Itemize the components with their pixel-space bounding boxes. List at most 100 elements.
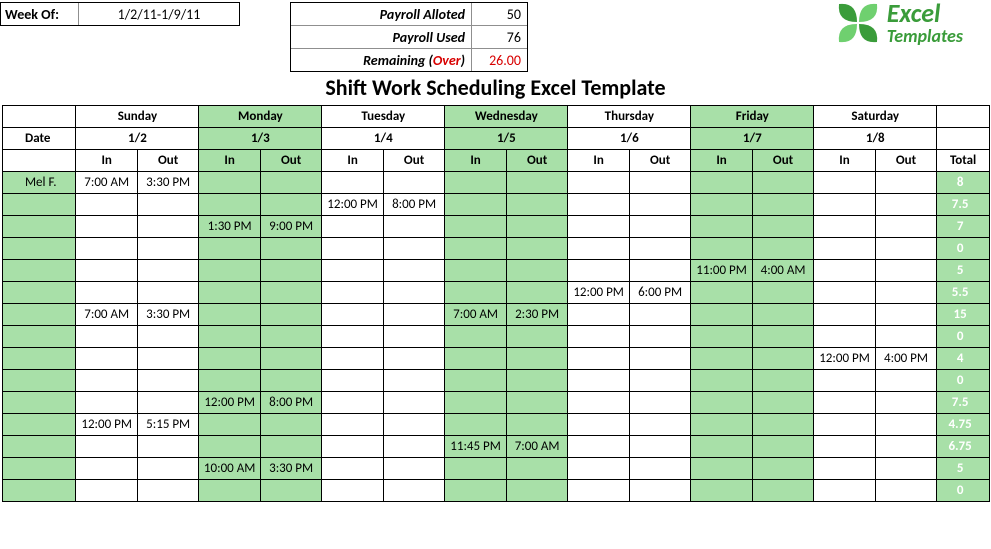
shift-cell[interactable] xyxy=(260,348,321,370)
shift-cell[interactable] xyxy=(137,392,198,414)
shift-cell[interactable] xyxy=(814,480,876,502)
shift-cell[interactable]: 7:00 AM xyxy=(445,304,507,326)
shift-cell[interactable] xyxy=(322,260,384,282)
shift-cell[interactable]: 7:00 AM xyxy=(76,304,138,326)
shift-cell[interactable] xyxy=(629,238,690,260)
employee-name-cell[interactable] xyxy=(3,436,76,458)
shift-cell[interactable] xyxy=(383,282,444,304)
shift-cell[interactable] xyxy=(752,370,813,392)
shift-cell[interactable] xyxy=(691,458,753,480)
shift-cell[interactable] xyxy=(76,260,138,282)
shift-cell[interactable] xyxy=(383,216,444,238)
employee-name-cell[interactable] xyxy=(3,216,76,238)
shift-cell[interactable] xyxy=(691,172,753,194)
shift-cell[interactable] xyxy=(875,216,936,238)
date-cell[interactable]: 1/6 xyxy=(568,128,691,150)
shift-cell[interactable] xyxy=(137,348,198,370)
shift-cell[interactable] xyxy=(322,304,384,326)
shift-cell[interactable] xyxy=(752,216,813,238)
shift-cell[interactable]: 4:00 AM xyxy=(752,260,813,282)
shift-cell[interactable] xyxy=(137,326,198,348)
shift-cell[interactable] xyxy=(322,238,384,260)
shift-cell[interactable] xyxy=(445,260,507,282)
shift-cell[interactable] xyxy=(445,326,507,348)
shift-cell[interactable] xyxy=(875,238,936,260)
shift-cell[interactable] xyxy=(322,436,384,458)
employee-name-cell[interactable] xyxy=(3,458,76,480)
shift-cell[interactable]: 12:00 PM xyxy=(814,348,876,370)
shift-cell[interactable] xyxy=(506,370,568,392)
shift-cell[interactable] xyxy=(76,238,138,260)
shift-cell[interactable] xyxy=(322,348,384,370)
shift-cell[interactable] xyxy=(875,260,936,282)
shift-cell[interactable] xyxy=(260,480,321,502)
shift-cell[interactable] xyxy=(322,458,384,480)
shift-cell[interactable] xyxy=(568,480,630,502)
shift-cell[interactable]: 8:00 PM xyxy=(383,194,444,216)
shift-cell[interactable] xyxy=(875,326,936,348)
shift-cell[interactable]: 3:30 PM xyxy=(137,304,198,326)
shift-cell[interactable] xyxy=(445,194,507,216)
shift-cell[interactable] xyxy=(814,216,876,238)
shift-cell[interactable] xyxy=(691,282,753,304)
employee-name-cell[interactable] xyxy=(3,304,76,326)
shift-cell[interactable] xyxy=(260,260,321,282)
shift-cell[interactable] xyxy=(629,348,690,370)
shift-cell[interactable] xyxy=(506,194,568,216)
shift-cell[interactable] xyxy=(199,436,261,458)
shift-cell[interactable]: 6:00 PM xyxy=(629,282,690,304)
shift-cell[interactable] xyxy=(322,370,384,392)
shift-cell[interactable] xyxy=(752,414,813,436)
shift-cell[interactable] xyxy=(814,414,876,436)
shift-cell[interactable] xyxy=(814,436,876,458)
shift-cell[interactable] xyxy=(629,436,690,458)
shift-cell[interactable]: 4:00 PM xyxy=(875,348,936,370)
payroll-used-value[interactable]: 76 xyxy=(471,26,527,48)
employee-name-cell[interactable]: Mel F. xyxy=(3,172,76,194)
shift-cell[interactable] xyxy=(691,414,753,436)
shift-cell[interactable] xyxy=(506,414,568,436)
shift-cell[interactable] xyxy=(629,370,690,392)
shift-cell[interactable] xyxy=(752,326,813,348)
shift-cell[interactable] xyxy=(875,172,936,194)
shift-cell[interactable] xyxy=(199,282,261,304)
shift-cell[interactable] xyxy=(76,458,138,480)
shift-cell[interactable] xyxy=(875,392,936,414)
employee-name-cell[interactable] xyxy=(3,392,76,414)
shift-cell[interactable] xyxy=(752,194,813,216)
shift-cell[interactable] xyxy=(76,348,138,370)
shift-cell[interactable] xyxy=(445,282,507,304)
shift-cell[interactable] xyxy=(752,458,813,480)
shift-cell[interactable] xyxy=(383,436,444,458)
shift-cell[interactable] xyxy=(445,348,507,370)
shift-cell[interactable] xyxy=(814,238,876,260)
employee-name-cell[interactable] xyxy=(3,282,76,304)
shift-cell[interactable] xyxy=(752,172,813,194)
shift-cell[interactable]: 5:15 PM xyxy=(137,414,198,436)
date-cell[interactable]: 1/3 xyxy=(199,128,322,150)
shift-cell[interactable] xyxy=(691,194,753,216)
shift-cell[interactable] xyxy=(76,392,138,414)
shift-cell[interactable] xyxy=(76,194,138,216)
shift-cell[interactable] xyxy=(199,172,261,194)
shift-cell[interactable] xyxy=(322,392,384,414)
shift-cell[interactable]: 12:00 PM xyxy=(199,392,261,414)
shift-cell[interactable] xyxy=(752,238,813,260)
shift-cell[interactable] xyxy=(506,326,568,348)
shift-cell[interactable] xyxy=(506,282,568,304)
shift-cell[interactable] xyxy=(383,326,444,348)
shift-cell[interactable] xyxy=(568,348,630,370)
shift-cell[interactable] xyxy=(445,414,507,436)
shift-cell[interactable]: 10:00 AM xyxy=(199,458,261,480)
shift-cell[interactable] xyxy=(199,348,261,370)
shift-cell[interactable] xyxy=(568,260,630,282)
shift-cell[interactable] xyxy=(260,238,321,260)
shift-cell[interactable] xyxy=(691,238,753,260)
shift-cell[interactable] xyxy=(260,304,321,326)
shift-cell[interactable]: 9:00 PM xyxy=(260,216,321,238)
shift-cell[interactable] xyxy=(383,238,444,260)
shift-cell[interactable] xyxy=(691,326,753,348)
shift-cell[interactable]: 12:00 PM xyxy=(568,282,630,304)
shift-cell[interactable] xyxy=(568,216,630,238)
shift-cell[interactable] xyxy=(875,480,936,502)
